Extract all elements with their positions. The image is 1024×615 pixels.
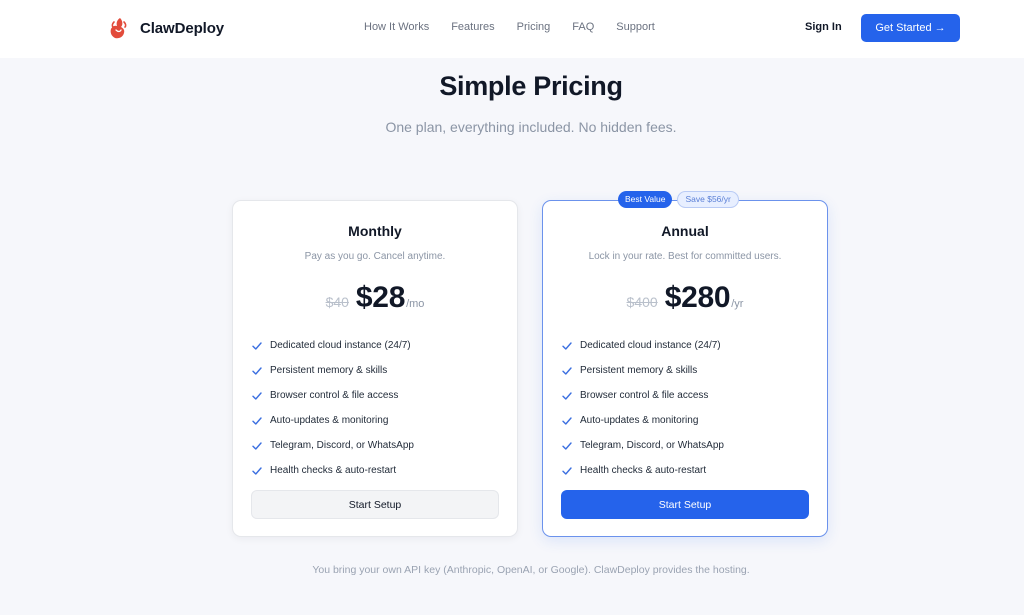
current-price: $28 [355, 281, 406, 314]
feature-item: Persistent memory & skills [562, 358, 724, 383]
price-row: $400 $280 /yr [543, 281, 827, 315]
feature-text: Browser control & file access [580, 390, 709, 401]
check-icon [252, 416, 262, 425]
sign-in-link[interactable]: Sign In [805, 21, 842, 33]
nav-link-faq[interactable]: FAQ [572, 21, 594, 33]
plan-description: Lock in your rate. Best for committed us… [588, 251, 782, 262]
annual-badges: Best Value Save $56/yr [618, 191, 739, 208]
plan-description: Pay as you go. Cancel anytime. [304, 251, 446, 262]
billing-period: /yr [731, 298, 744, 310]
check-icon [562, 391, 572, 400]
brand-name: ClawDeploy [140, 19, 225, 37]
check-icon [562, 366, 572, 375]
feature-text: Dedicated cloud instance (24/7) [270, 340, 411, 351]
original-price: $40 [325, 294, 349, 310]
feature-item: Dedicated cloud instance (24/7) [562, 333, 724, 358]
feature-item: Auto-updates & monitoring [252, 408, 414, 433]
price-row: $40 $28 /mo [233, 281, 517, 315]
check-icon [562, 441, 572, 450]
feature-item: Persistent memory & skills [252, 358, 414, 383]
savings-badge: Save $56/yr [677, 191, 739, 208]
check-icon [252, 391, 262, 400]
feature-text: Persistent memory & skills [580, 365, 698, 376]
feature-item: Browser control & file access [252, 383, 414, 408]
claw-logo-icon [110, 18, 127, 39]
api-key-footnote: You bring your own API key (Anthropic, O… [312, 564, 750, 576]
page-subtitle: One plan, everything included. No hidden… [385, 119, 677, 135]
billing-period: /mo [406, 298, 425, 310]
feature-text: Browser control & file access [270, 390, 399, 401]
start-setup-button-annual[interactable]: Start Setup [561, 490, 809, 519]
brand-logo[interactable]: ClawDeploy [108, 17, 224, 39]
nav-link-support[interactable]: Support [616, 21, 655, 33]
feature-item: Telegram, Discord, or WhatsApp [562, 433, 724, 458]
start-setup-button-monthly[interactable]: Start Setup [251, 490, 499, 519]
nav-link-pricing[interactable]: Pricing [517, 21, 551, 33]
check-icon [562, 466, 572, 475]
nav-link-how-it-works[interactable]: How It Works [364, 21, 429, 33]
feature-item: Browser control & file access [562, 383, 724, 408]
plan-name: Monthly [348, 223, 402, 239]
feature-item: Health checks & auto-restart [562, 458, 724, 483]
check-icon [252, 366, 262, 375]
feature-list: Dedicated cloud instance (24/7) Persiste… [252, 333, 414, 483]
feature-list: Dedicated cloud instance (24/7) Persiste… [562, 333, 724, 483]
feature-item: Auto-updates & monitoring [562, 408, 724, 433]
feature-text: Telegram, Discord, or WhatsApp [270, 440, 414, 451]
feature-text: Health checks & auto-restart [580, 465, 707, 476]
current-price: $280 [664, 281, 731, 314]
feature-text: Auto-updates & monitoring [270, 415, 389, 426]
nav-links: How It Works Features Pricing FAQ Suppor… [364, 21, 655, 33]
original-price: $400 [626, 294, 658, 310]
pricing-card-monthly: Monthly Pay as you go. Cancel anytime. $… [232, 200, 518, 537]
page-title: Simple Pricing [439, 71, 623, 101]
check-icon [252, 341, 262, 350]
top-navbar: ClawDeploy How It Works Features Pricing… [0, 0, 1024, 58]
check-icon [562, 416, 572, 425]
feature-text: Persistent memory & skills [270, 365, 388, 376]
check-icon [252, 466, 262, 475]
feature-text: Auto-updates & monitoring [580, 415, 699, 426]
feature-text: Telegram, Discord, or WhatsApp [580, 440, 724, 451]
nav-link-features[interactable]: Features [451, 21, 494, 33]
check-icon [252, 441, 262, 450]
feature-item: Health checks & auto-restart [252, 458, 414, 483]
feature-text: Health checks & auto-restart [270, 465, 397, 476]
best-value-badge: Best Value [618, 191, 673, 208]
feature-text: Dedicated cloud instance (24/7) [580, 340, 721, 351]
pricing-card-annual: Annual Lock in your rate. Best for commi… [542, 200, 828, 537]
check-icon [562, 341, 572, 350]
feature-item: Dedicated cloud instance (24/7) [252, 333, 414, 358]
plan-name: Annual [661, 223, 709, 239]
get-started-button[interactable]: Get Started → [861, 14, 960, 42]
feature-item: Telegram, Discord, or WhatsApp [252, 433, 414, 458]
